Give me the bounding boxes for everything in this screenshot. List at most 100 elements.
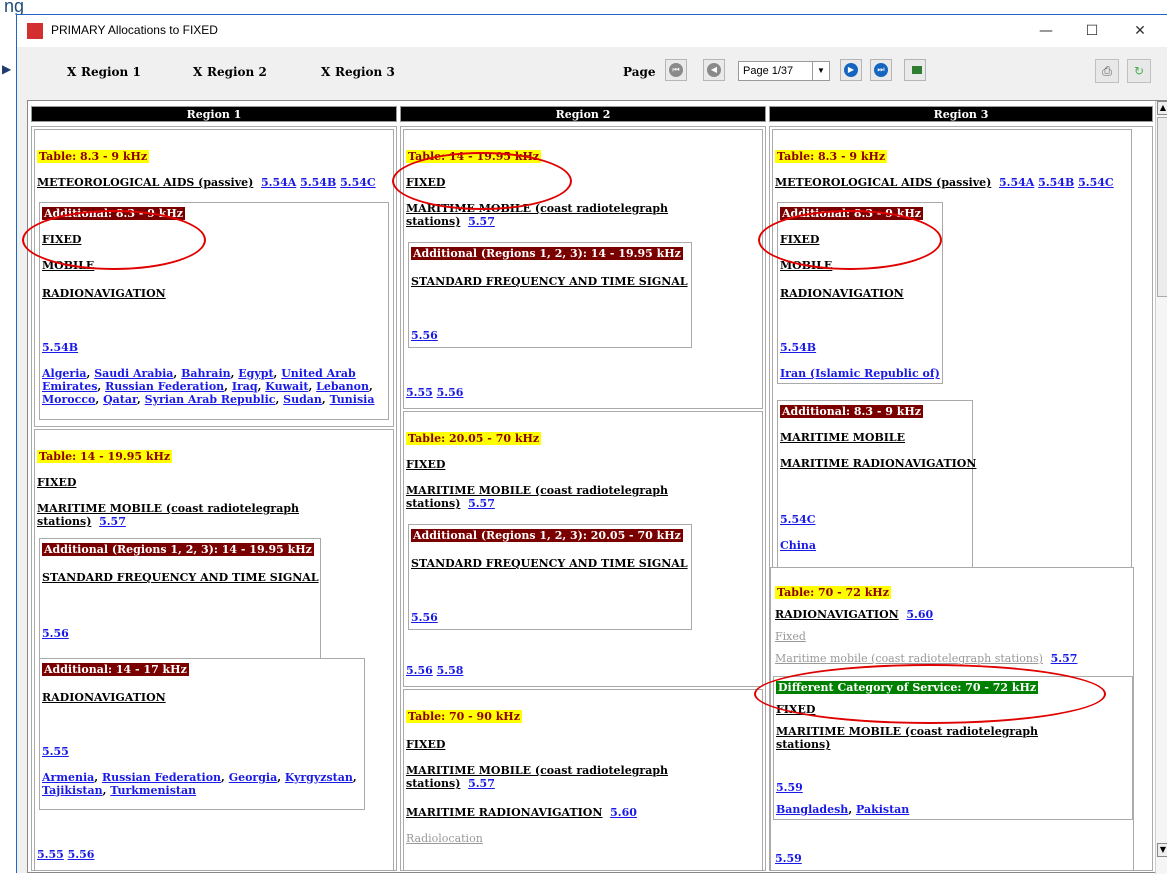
secondary-service-link[interactable]: Maritime mobile (coast radiotelegraph st… — [775, 652, 1043, 665]
service-link[interactable]: stations) — [776, 738, 830, 751]
country-link[interactable]: Syrian Arab Republic — [145, 393, 276, 406]
footnote-link[interactable]: 5.56 — [42, 627, 69, 640]
service-link[interactable]: stations) — [37, 515, 91, 528]
service-link[interactable]: stations) — [406, 497, 460, 510]
service-link[interactable]: MOBILE — [780, 259, 832, 272]
service-link[interactable]: MARITIME MOBILE (coast radiotelegraph — [406, 202, 668, 215]
grid-button[interactable] — [904, 59, 926, 81]
country-link[interactable]: Iraq — [232, 380, 258, 393]
region-3-checkbox[interactable]: X Region 3 — [321, 65, 395, 79]
country-link[interactable]: China — [780, 539, 816, 552]
service-link[interactable]: MOBILE — [42, 259, 94, 272]
service-link[interactable]: FIXED — [37, 476, 76, 489]
footnote-link[interactable]: 5.55 — [406, 386, 433, 399]
service-link[interactable]: RADIONAVIGATION — [42, 287, 166, 300]
service-link[interactable]: FIXED — [406, 738, 445, 751]
footnote-link[interactable]: 5.59 — [775, 852, 802, 865]
footnote-link[interactable]: 5.54B — [1038, 176, 1074, 189]
footnote-link[interactable]: 5.56 — [437, 386, 464, 399]
footnote-link[interactable]: 5.57 — [468, 777, 495, 790]
close-button[interactable]: ✕ — [1117, 15, 1163, 47]
secondary-service-link[interactable]: Radiolocation — [406, 832, 483, 845]
prev-page-button[interactable]: ◀ — [703, 59, 725, 81]
service-link[interactable]: MARITIME RADIONAVIGATION — [406, 806, 602, 819]
footnote-link[interactable]: 5.54C — [340, 176, 376, 189]
country-link[interactable]: Morocco — [42, 393, 95, 406]
country-link[interactable]: Tunisia — [330, 393, 375, 406]
service-link[interactable]: stations) — [406, 777, 460, 790]
service-link[interactable]: stations) — [406, 215, 460, 228]
footnote-link[interactable]: 5.54B — [780, 341, 816, 354]
service-link[interactable]: MARITIME MOBILE (coast radiotelegraph — [406, 484, 668, 497]
country-link[interactable]: Tajikistan — [42, 784, 103, 797]
country-link[interactable]: Bangladesh — [776, 803, 848, 816]
service-link[interactable]: FIXED — [780, 233, 819, 246]
service-link[interactable]: STANDARD FREQUENCY AND TIME SIGNAL — [411, 275, 688, 288]
country-link[interactable]: Georgia — [229, 771, 278, 784]
footnote-link[interactable]: 5.55 — [42, 745, 69, 758]
footnote-link[interactable]: 5.60 — [906, 608, 933, 621]
service-link[interactable]: METEOROLOGICAL AIDS (passive) — [775, 176, 991, 189]
footnote-link[interactable]: 5.55 — [37, 848, 64, 861]
service-link[interactable]: FIXED — [42, 233, 81, 246]
service-link[interactable]: MARITIME MOBILE (coast radiotelegraph — [37, 502, 299, 515]
scroll-down-icon[interactable]: ▼ — [1157, 843, 1167, 857]
service-link[interactable]: STANDARD FREQUENCY AND TIME SIGNAL — [411, 557, 688, 570]
country-link[interactable]: Russian Federation — [105, 380, 224, 393]
footnote-link[interactable]: 5.54B — [42, 341, 78, 354]
footnote-link[interactable]: 5.56 — [68, 848, 95, 861]
country-link[interactable]: Turkmenistan — [110, 784, 196, 797]
service-link[interactable]: FIXED — [406, 458, 445, 471]
footnote-link[interactable]: 5.56 — [411, 611, 438, 624]
footnote-link[interactable]: 5.57 — [468, 215, 495, 228]
country-link[interactable]: Algeria — [42, 367, 87, 380]
service-link[interactable]: MARITIME MOBILE (coast radiotelegraph — [406, 764, 668, 777]
country-link[interactable]: Kyrgyzstan — [285, 771, 353, 784]
secondary-service-link[interactable]: Fixed — [775, 630, 806, 643]
country-link[interactable]: United Arab — [281, 367, 356, 380]
footnote-link[interactable]: 5.58 — [437, 664, 464, 677]
service-link[interactable]: STANDARD FREQUENCY AND TIME SIGNAL — [42, 571, 319, 584]
footnote-link[interactable]: 5.59 — [776, 781, 803, 794]
service-link[interactable]: METEOROLOGICAL AIDS (passive) — [37, 176, 253, 189]
service-link[interactable]: RADIONAVIGATION — [42, 691, 166, 704]
footnote-link[interactable]: 5.54A — [261, 176, 296, 189]
country-link[interactable]: Kuwait — [265, 380, 308, 393]
first-page-button[interactable]: ⏮ — [665, 59, 687, 81]
service-link[interactable]: FIXED — [776, 703, 815, 716]
service-link[interactable]: MARITIME RADIONAVIGATION — [780, 457, 976, 470]
scroll-thumb[interactable] — [1157, 117, 1167, 297]
country-link[interactable]: Sudan — [283, 393, 322, 406]
refresh-button[interactable]: ↻ — [1127, 59, 1151, 83]
footnote-link[interactable]: 5.54B — [300, 176, 336, 189]
service-link[interactable]: MARITIME MOBILE — [780, 431, 905, 444]
country-link[interactable]: Armenia — [42, 771, 94, 784]
footnote-link[interactable]: 5.56 — [411, 329, 438, 342]
country-link[interactable]: Egypt — [238, 367, 273, 380]
footnote-link[interactable]: 5.57 — [468, 497, 495, 510]
country-link[interactable]: Lebanon — [316, 380, 369, 393]
footnote-link[interactable]: 5.60 — [610, 806, 637, 819]
service-link[interactable]: MARITIME MOBILE (coast radiotelegraph — [776, 725, 1038, 738]
country-link[interactable]: Saudi Arabia — [94, 367, 173, 380]
last-page-button[interactable]: ⏭ — [870, 59, 892, 81]
region-1-checkbox[interactable]: X Region 1 — [67, 65, 141, 79]
country-link[interactable]: Emirates — [42, 380, 97, 393]
region-2-checkbox[interactable]: X Region 2 — [193, 65, 267, 79]
country-link[interactable]: Iran (Islamic Republic of) — [780, 367, 940, 380]
country-link[interactable]: Russian Federation — [102, 771, 221, 784]
service-link[interactable]: RADIONAVIGATION — [775, 608, 899, 621]
service-link[interactable]: FIXED — [406, 176, 445, 189]
footnote-link[interactable]: 5.54A — [999, 176, 1034, 189]
next-page-button[interactable]: ▶ — [840, 59, 862, 81]
footnote-link[interactable]: 5.54C — [780, 513, 816, 526]
service-link[interactable]: RADIONAVIGATION — [780, 287, 904, 300]
print-button[interactable]: ⎙ — [1095, 59, 1119, 83]
footnote-link[interactable]: 5.54C — [1078, 176, 1114, 189]
footnote-link[interactable]: 5.57 — [99, 515, 126, 528]
minimize-button[interactable]: — — [1023, 15, 1069, 47]
footnote-link[interactable]: 5.56 — [406, 664, 433, 677]
maximize-button[interactable]: ☐ — [1069, 15, 1115, 47]
country-link[interactable]: Bahrain — [181, 367, 231, 380]
vertical-scrollbar[interactable]: ▲ ▼ — [1155, 101, 1167, 874]
